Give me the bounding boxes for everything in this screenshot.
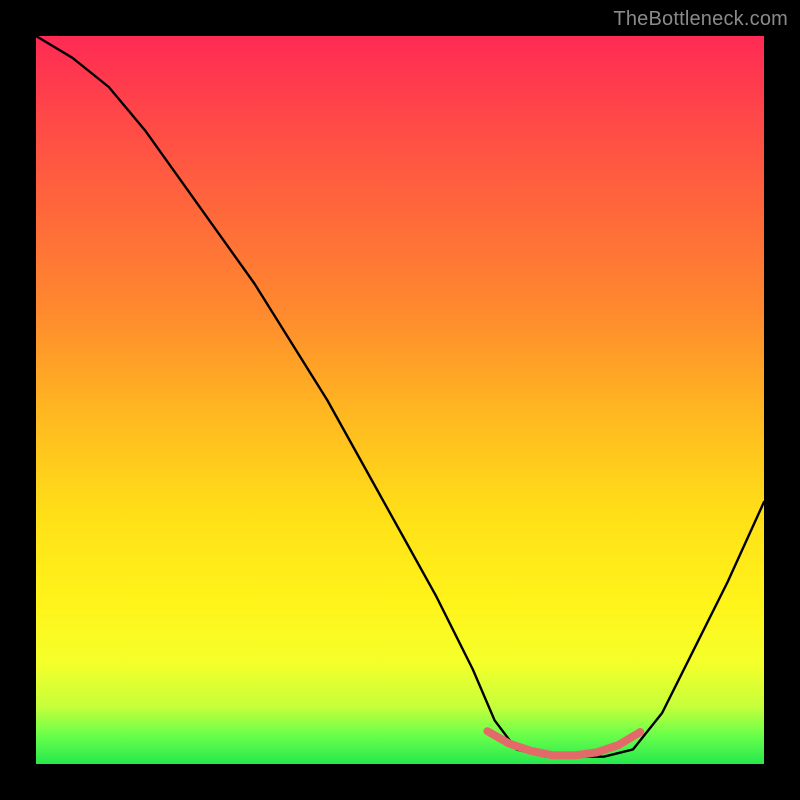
bottleneck-curve-path [36, 36, 764, 757]
chart-stage: TheBottleneck.com [0, 0, 800, 800]
curve-layer [36, 36, 764, 764]
optimal-band-path [487, 731, 640, 755]
watermark-label: TheBottleneck.com [613, 8, 788, 31]
plot-area [36, 36, 764, 764]
